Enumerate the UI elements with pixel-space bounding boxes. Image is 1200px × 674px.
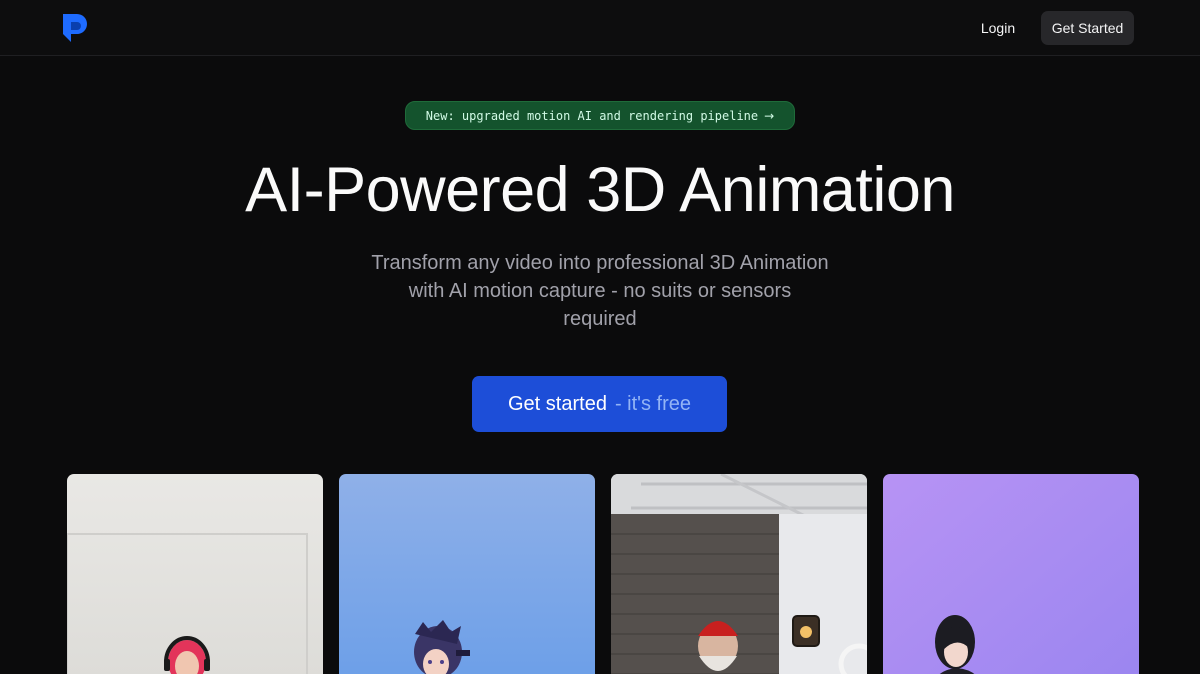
get-started-nav-button[interactable]: Get Started: [1041, 11, 1134, 45]
login-link[interactable]: Login: [970, 12, 1026, 44]
gallery-card-video-person-red-hat[interactable]: [611, 474, 867, 674]
gallery-card-avatar-anime-boy[interactable]: [883, 474, 1139, 674]
hero-title: AI-Powered 3D Animation: [245, 155, 955, 225]
anime-boy-avatar-image: [883, 474, 1139, 674]
cta-sub-label: - it's free: [614, 392, 691, 415]
announcement-text: New: upgraded motion AI and rendering pi…: [425, 108, 759, 123]
gallery-card-video-person-headphones[interactable]: [67, 474, 323, 674]
cta-main-label: Get started: [508, 392, 607, 415]
person-headphones-image: [67, 474, 323, 674]
top-navbar: Login Get Started: [0, 0, 1200, 56]
gallery-card-avatar-anime-girl[interactable]: [339, 474, 595, 674]
announcement-badge[interactable]: New: upgraded motion AI and rendering pi…: [405, 101, 795, 130]
anime-girl-avatar-image: [339, 474, 595, 674]
hero-subtitle: Transform any video into professional 3D…: [371, 252, 829, 330]
person-red-hat-image: [611, 474, 867, 674]
arrow-right-icon: →: [764, 108, 775, 123]
get-started-free-button[interactable]: Get started - it's free: [472, 376, 727, 432]
p-logo-icon[interactable]: [61, 12, 89, 44]
